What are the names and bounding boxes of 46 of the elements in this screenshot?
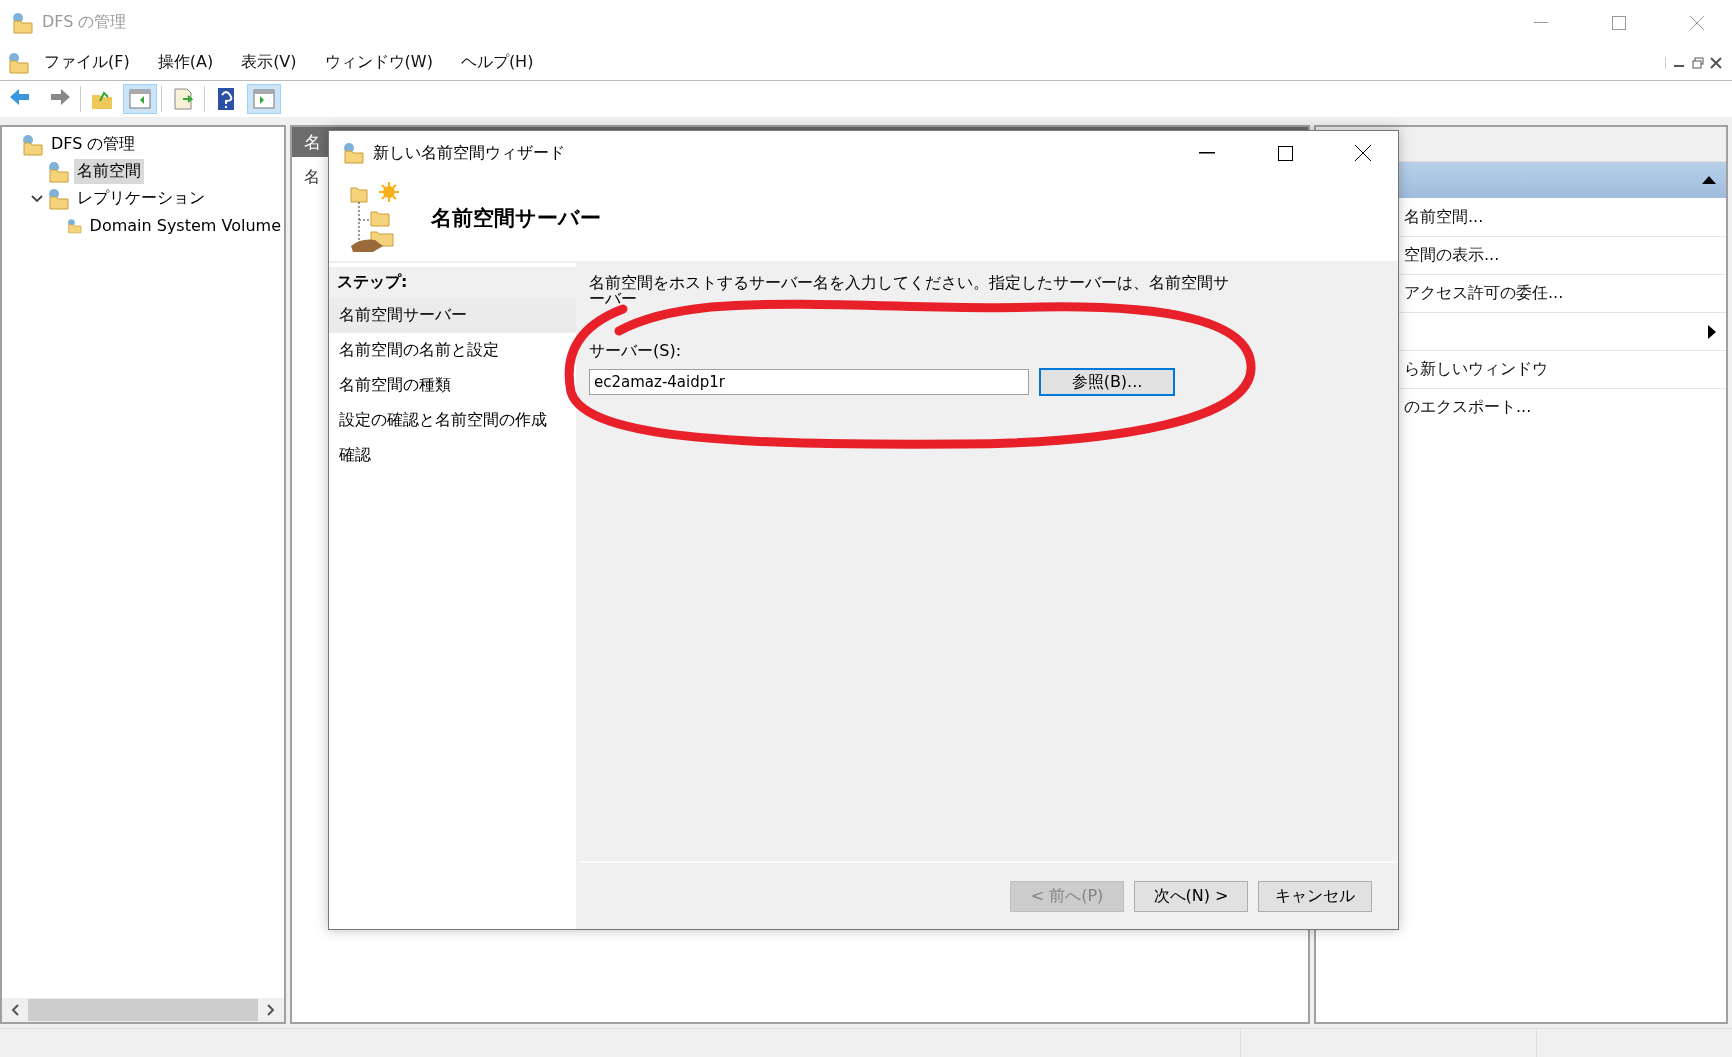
submenu-arrow-icon[interactable] bbox=[1708, 324, 1716, 339]
collapse-arrow-icon[interactable] bbox=[1702, 176, 1716, 184]
tree-node-icon bbox=[20, 133, 44, 156]
step-item: 名前空間の種類 bbox=[338, 374, 452, 396]
tree-item[interactable]: レプリケーション bbox=[74, 186, 208, 211]
tree-node-icon bbox=[46, 187, 70, 210]
app-icon bbox=[10, 11, 34, 34]
description-text: 名前空間をホストするサーバー名を入力してください。指定したサーバーは、名前空間サーバー bbox=[589, 275, 1230, 307]
close-icon[interactable] bbox=[1710, 56, 1722, 69]
step-item: 確認 bbox=[338, 444, 372, 466]
window-title: DFS の管理 bbox=[42, 12, 128, 33]
wizard-button[interactable]: キャンセル bbox=[1258, 880, 1372, 912]
browse-button[interactable]: 参照(B)... bbox=[1039, 368, 1175, 396]
menu-item[interactable]: 操作(A) bbox=[143, 52, 228, 73]
tree-node-icon bbox=[46, 160, 70, 183]
tree-item[interactable]: Domain System Volume bbox=[86, 214, 284, 237]
minimize-icon[interactable] bbox=[1199, 152, 1215, 154]
scroll-right-icon[interactable] bbox=[267, 1004, 275, 1016]
horizontal-scrollbar[interactable] bbox=[2, 998, 284, 1022]
action-link[interactable]: 名前空間... bbox=[1404, 207, 1484, 228]
close-icon[interactable] bbox=[1355, 145, 1371, 161]
step-item: 名前空間の名前と設定 bbox=[338, 339, 500, 361]
tree-item[interactable]: DFS の管理 bbox=[48, 132, 139, 157]
action-link[interactable]: 空間の表示... bbox=[1404, 245, 1500, 266]
action-link[interactable]: のエクスポート... bbox=[1404, 397, 1532, 418]
pane-text: 名 bbox=[303, 166, 321, 188]
scroll-left-icon[interactable] bbox=[11, 1004, 19, 1016]
page-heading: 名前空間サーバー bbox=[431, 205, 601, 232]
action-link[interactable]: アクセス許可の委任... bbox=[1404, 283, 1564, 304]
tree-item[interactable]: 名前空間 bbox=[74, 159, 144, 184]
menu-item[interactable]: ヘルプ(H) bbox=[446, 52, 548, 73]
wizard-button[interactable]: 次へ(N) > bbox=[1134, 880, 1248, 912]
step-item: 設定の確認と名前空間の作成 bbox=[338, 409, 548, 431]
menu-item[interactable]: 表示(V) bbox=[227, 52, 311, 73]
chevron-down-icon[interactable] bbox=[31, 194, 43, 203]
server-input-field[interactable]: ec2amaz-4aidp1r bbox=[589, 369, 1029, 395]
wizard-icon bbox=[341, 142, 365, 164]
maximize-icon[interactable] bbox=[1277, 145, 1293, 161]
menu-item[interactable]: ウィンドウ(W) bbox=[310, 52, 447, 73]
field-label: サーバー(S): bbox=[589, 341, 682, 362]
step-item: 名前空間サーバー bbox=[329, 298, 576, 333]
app-icon bbox=[6, 51, 30, 74]
action-link[interactable]: ら新しいウィンドウ bbox=[1404, 359, 1548, 380]
steps-label: ステップ: bbox=[329, 267, 576, 298]
restore-icon[interactable] bbox=[1692, 56, 1704, 69]
menu-item[interactable]: ファイル(F) bbox=[30, 52, 144, 73]
